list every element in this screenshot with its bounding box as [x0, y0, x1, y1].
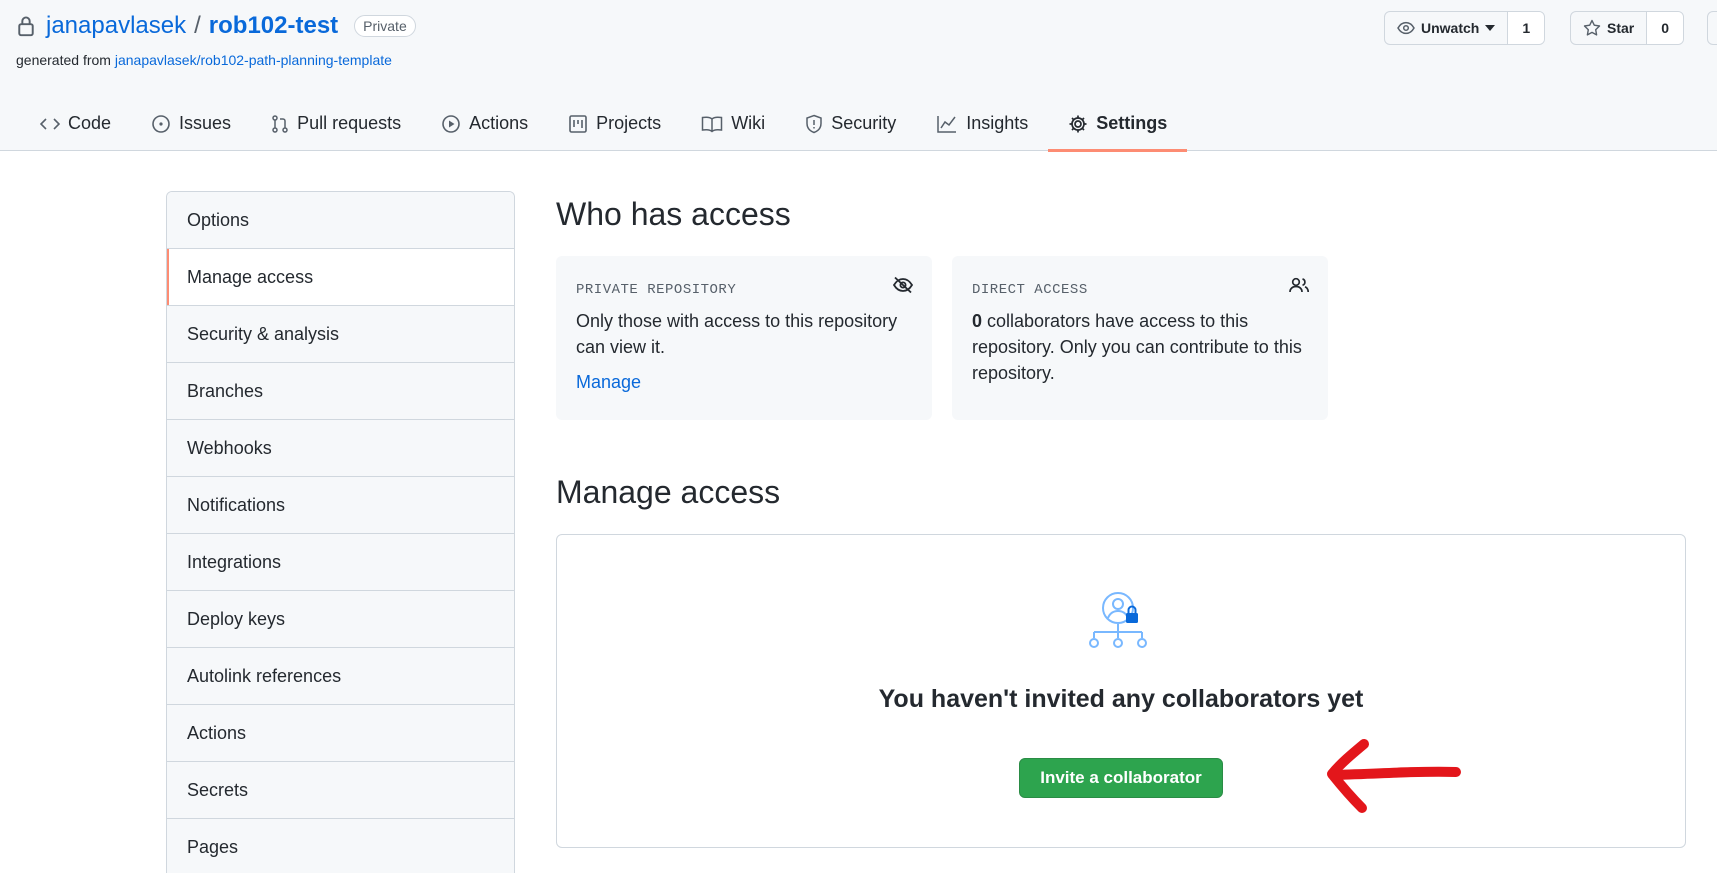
- private-repository-card: PRIVATE REPOSITORY Only those with acces…: [556, 256, 932, 420]
- git-pull-request-icon: [272, 114, 288, 133]
- settings-sidebar: Options Manage access Security & analysi…: [166, 191, 515, 873]
- shield-icon: [806, 114, 822, 133]
- visibility-badge: Private: [354, 15, 416, 37]
- sidebar-item-security-analysis[interactable]: Security & analysis: [167, 306, 514, 363]
- sidebar-item-options[interactable]: Options: [167, 192, 514, 249]
- direct-access-card: DIRECT ACCESS 0 collaborators have acces…: [952, 256, 1328, 420]
- repo-tabs: Code Issues Pull requests Actions Projec…: [20, 96, 1188, 152]
- gear-icon: [1069, 115, 1087, 132]
- tab-label: Issues: [179, 113, 232, 133]
- card-description: Only those with access to this repositor…: [576, 311, 898, 357]
- card-label: PRIVATE REPOSITORY: [576, 282, 737, 298]
- issue-opened-icon: [152, 114, 170, 133]
- tab-label: Security: [831, 113, 897, 133]
- eye-icon: [1397, 21, 1415, 35]
- sidebar-item-webhooks[interactable]: Webhooks: [167, 420, 514, 477]
- collaborator-text: collaborators have access to this reposi…: [972, 311, 1302, 383]
- sidebar-item-notifications[interactable]: Notifications: [167, 477, 514, 534]
- code-icon: [40, 117, 60, 130]
- tab-issues[interactable]: Issues: [131, 96, 251, 151]
- tab-settings[interactable]: Settings: [1048, 96, 1188, 152]
- star-icon: [1583, 19, 1601, 36]
- collaborator-count: 0: [972, 311, 983, 331]
- sidebar-item-actions[interactable]: Actions: [167, 705, 514, 762]
- invite-collaborator-button[interactable]: Invite a collaborator: [1019, 758, 1223, 798]
- tab-label: Actions: [469, 113, 529, 133]
- tab-label: Code: [68, 113, 112, 133]
- book-icon: [701, 115, 723, 133]
- card-label: DIRECT ACCESS: [972, 282, 1088, 298]
- sidebar-item-integrations[interactable]: Integrations: [167, 534, 514, 591]
- card-description: 0 collaborators have access to this repo…: [972, 308, 1308, 386]
- collaborators-illustration-icon: [1089, 592, 1147, 648]
- who-has-access-title: Who has access: [556, 196, 791, 232]
- star-button[interactable]: Star: [1571, 12, 1648, 44]
- stars-count[interactable]: 0: [1647, 12, 1684, 44]
- tab-actions[interactable]: Actions: [421, 96, 548, 151]
- caret-down-icon: [1485, 25, 1496, 31]
- annotation-arrow-icon: [1327, 739, 1461, 813]
- tab-wiki[interactable]: Wiki: [681, 96, 785, 151]
- repo-name-link[interactable]: rob102-test: [209, 12, 338, 40]
- project-icon: [569, 114, 587, 133]
- sidebar-item-secrets[interactable]: Secrets: [167, 762, 514, 819]
- generated-from-label: generated from: [16, 52, 111, 68]
- tab-projects[interactable]: Projects: [548, 96, 681, 151]
- tab-label: Settings: [1096, 113, 1168, 133]
- tab-code[interactable]: Code: [20, 96, 131, 151]
- tab-security[interactable]: Security: [785, 96, 916, 151]
- sidebar-item-branches[interactable]: Branches: [167, 363, 514, 420]
- path-separator: /: [194, 12, 201, 39]
- manage-access-title: Manage access: [556, 474, 781, 510]
- tab-label: Insights: [966, 113, 1029, 133]
- watch-button-group: Unwatch 1: [1384, 11, 1546, 45]
- unwatch-label: Unwatch: [1421, 20, 1480, 36]
- generated-from: generated from janapavlasek/rob102-path-…: [16, 52, 392, 68]
- sidebar-item-deploy-keys[interactable]: Deploy keys: [167, 591, 514, 648]
- repo-title-row: janapavlasek / rob102-test Private: [16, 12, 416, 40]
- tab-label: Pull requests: [297, 113, 402, 133]
- tab-insights[interactable]: Insights: [916, 96, 1048, 151]
- collaborators-empty-state: You haven't invited any collaborators ye…: [556, 534, 1686, 848]
- eye-closed-icon: [892, 276, 914, 294]
- repo-header: janapavlasek / rob102-test Private gener…: [0, 0, 1717, 152]
- sidebar-item-autolink-references[interactable]: Autolink references: [167, 648, 514, 705]
- tab-label: Wiki: [731, 113, 766, 133]
- template-repo-link[interactable]: janapavlasek/rob102-path-planning-templa…: [115, 52, 392, 68]
- tab-label: Projects: [596, 113, 662, 133]
- fork-button-partial[interactable]: [1707, 11, 1717, 45]
- unwatch-button[interactable]: Unwatch: [1385, 12, 1509, 44]
- tab-pull-requests[interactable]: Pull requests: [251, 96, 421, 151]
- lock-icon: [18, 16, 34, 37]
- star-label: Star: [1607, 20, 1635, 36]
- play-icon: [442, 114, 460, 133]
- people-icon: [1289, 277, 1310, 293]
- empty-state-heading: You haven't invited any collaborators ye…: [878, 685, 1364, 713]
- sidebar-item-manage-access[interactable]: Manage access: [167, 249, 514, 306]
- star-button-group: Star 0: [1570, 11, 1685, 45]
- graph-icon: [937, 115, 957, 133]
- repo-owner-link[interactable]: janapavlasek: [46, 12, 186, 40]
- sidebar-item-pages[interactable]: Pages: [167, 819, 514, 873]
- watchers-count[interactable]: 1: [1508, 12, 1545, 44]
- manage-visibility-link[interactable]: Manage: [576, 372, 641, 393]
